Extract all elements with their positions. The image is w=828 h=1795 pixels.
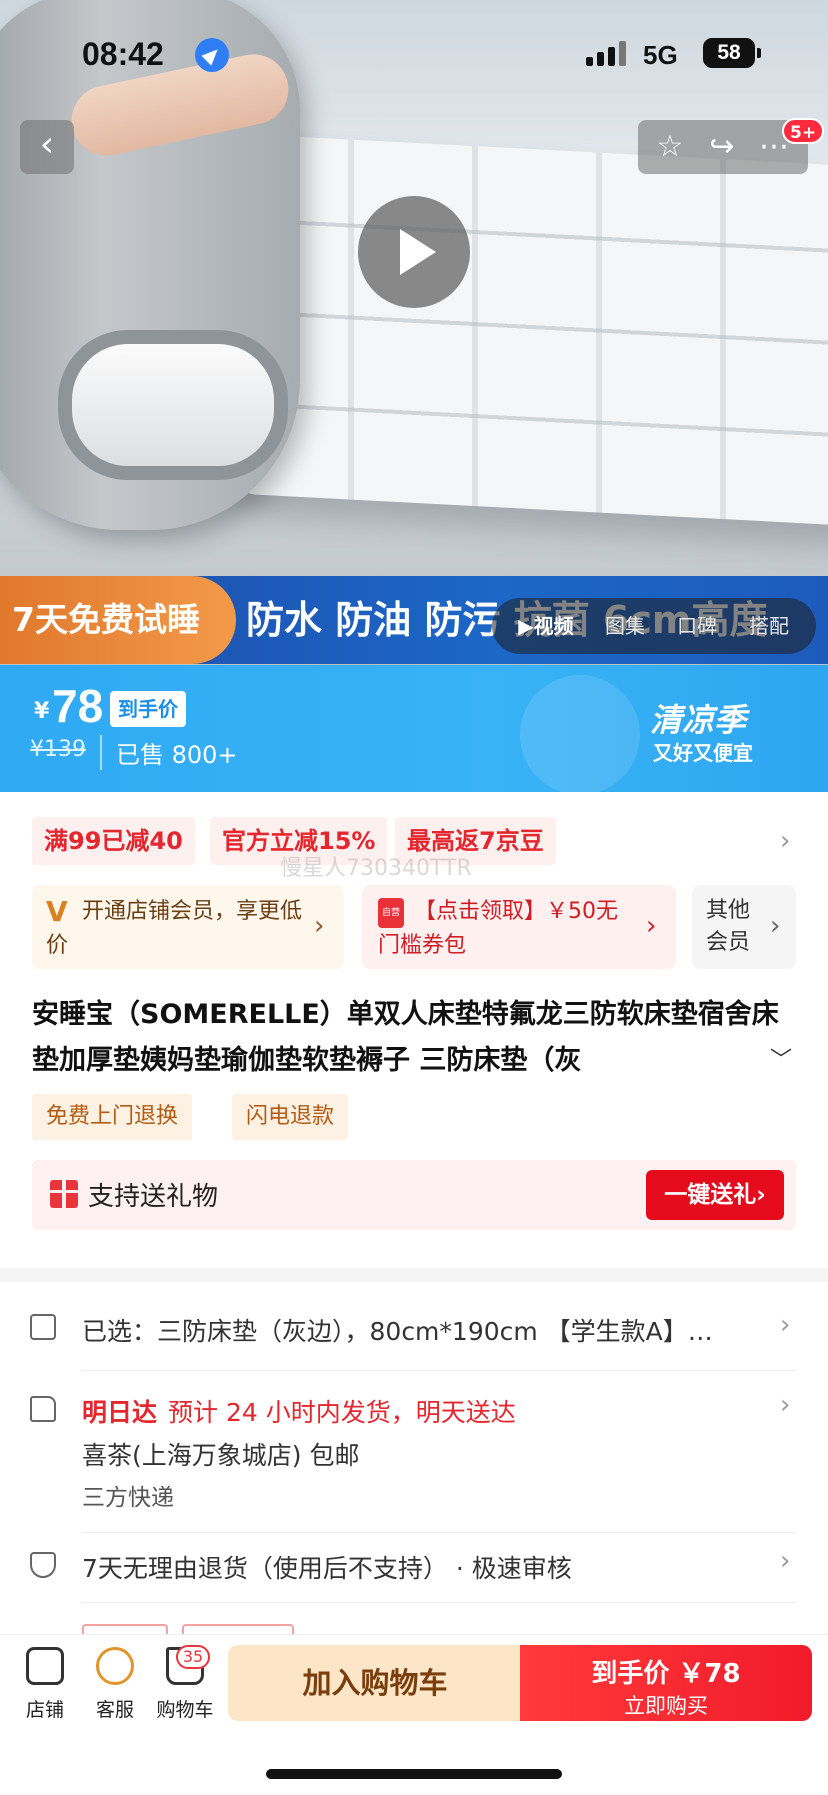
cart-count-badge: 35 — [176, 1645, 210, 1669]
coupon-pack-text: 【点击领取】￥50无门槛券包 — [378, 899, 618, 958]
back-button[interactable]: ‹ — [20, 120, 74, 174]
store-info: 喜茶(上海万象城店) 包邮 — [82, 1441, 360, 1470]
tab-gallery[interactable]: 图集 — [592, 598, 658, 654]
sold-count: 已售 800+ — [100, 735, 238, 770]
tab-matching[interactable]: 搭配 — [736, 598, 802, 654]
add-to-cart-button[interactable]: 加入购物车 — [228, 1645, 522, 1721]
expand-title-icon[interactable]: ﹀ — [770, 1042, 792, 1074]
divider — [82, 1370, 796, 1371]
member-card[interactable]: V 开通店铺会员，享更低价 › — [32, 885, 344, 969]
buy-now-price: 到手价 ￥78 — [591, 1659, 741, 1689]
final-price: 78 — [52, 680, 104, 732]
truck-icon — [30, 1396, 56, 1422]
gift-icon — [50, 1180, 78, 1208]
mattress-image — [230, 133, 828, 527]
delivery-desc: 预计 24 小时内发货，明天送达 — [168, 1398, 516, 1427]
chevron-right-icon: › — [646, 911, 657, 941]
media-tabs: ▶视频 图集 口碑 搭配 — [492, 598, 816, 654]
other-member-text: 其他会员 — [706, 898, 751, 955]
signal-icon — [586, 40, 628, 66]
cart-label: 购物车 — [156, 1699, 214, 1721]
chevron-right-icon[interactable]: › — [780, 1310, 790, 1340]
status-time: 08:42 — [82, 36, 164, 72]
original-price: ¥139 — [30, 737, 86, 762]
final-price-label: 到手价 — [110, 691, 186, 727]
product-title[interactable]: 安睡宝（SOMERELLE）单双人床垫特氟龙三防软床垫宿舍床垫加厚垫姨妈垫瑜伽垫… — [32, 992, 792, 1084]
home-indicator — [266, 1769, 562, 1779]
buy-now-label: 立即购买 — [624, 1694, 708, 1718]
shop-button[interactable]: 店铺 — [10, 1647, 80, 1722]
divider — [82, 1532, 796, 1533]
network-type: 5G — [643, 40, 678, 70]
watermark: 慢星人730340TTR — [280, 856, 472, 881]
send-gift-button[interactable]: 一键送礼› — [646, 1170, 784, 1220]
customer-service-icon — [96, 1647, 134, 1685]
delivery-title: 明日达 — [82, 1398, 158, 1427]
gift-section: 支持送礼物 一键送礼› — [32, 1160, 796, 1230]
customer-service-label: 客服 — [95, 1699, 134, 1721]
coupon-tag[interactable]: 满99已减40 — [32, 817, 195, 865]
courier-info: 三方快递 — [82, 1485, 174, 1511]
tab-reviews[interactable]: 口碑 — [664, 598, 730, 654]
buy-now-button[interactable]: 到手价 ￥78 立即购买 — [520, 1645, 812, 1721]
rolled-mattress-core — [58, 330, 288, 480]
customer-service-button[interactable]: 客服 — [80, 1647, 150, 1722]
chevron-right-icon[interactable]: › — [780, 1546, 790, 1576]
shield-icon — [30, 1552, 56, 1578]
section-divider — [0, 1268, 828, 1282]
service-tag: 免费上门退换 — [32, 1094, 193, 1140]
member-card-text: 开通店铺会员，享更低价 — [46, 899, 303, 958]
promo-title: 清凉季 — [650, 701, 747, 739]
shop-icon — [26, 1647, 64, 1685]
play-video-button[interactable] — [358, 196, 470, 308]
return-policy[interactable]: 7天无理由退货（使用后不支持） · 极速审核 — [82, 1549, 572, 1585]
other-member-card[interactable]: 其他会员 › — [692, 885, 796, 969]
promo-subtitle: 又好又便宜 — [653, 741, 753, 765]
chevron-right-icon[interactable]: › — [780, 826, 790, 856]
bottom-action-bar: 店铺 客服 购物车 35 加入购物车 到手价 ￥78 立即购买 — [0, 1634, 828, 1795]
divider — [82, 1602, 796, 1603]
share-icon[interactable]: ↪ — [698, 124, 746, 170]
battery-indicator: 58 — [703, 38, 761, 68]
palm-decoration — [520, 675, 640, 792]
location-icon — [195, 38, 229, 72]
shop-label: 店铺 — [25, 1699, 64, 1721]
service-tag: 闪电退款 — [232, 1094, 349, 1140]
coupon-pack-card[interactable]: 自营 【点击领取】￥50无门槛券包 › — [362, 885, 676, 969]
tab-video[interactable]: ▶视频 — [506, 598, 586, 654]
gift-label: 支持送礼物 — [88, 1182, 219, 1212]
chevron-right-icon: › — [770, 911, 781, 941]
banner-trial-label: 7天免费试睡 — [0, 576, 236, 664]
product-hero-image[interactable]: 08:42 5G 58 ‹ ☆ ↪ ⋯ 5+ 7天免费试睡 防水 防油 防污 抗… — [0, 0, 828, 665]
currency-symbol: ¥ — [34, 699, 50, 724]
favorite-star-icon[interactable]: ☆ — [646, 124, 694, 170]
chevron-right-icon: › — [314, 911, 325, 941]
selection-icon — [30, 1314, 56, 1340]
notification-badge: 5+ — [782, 118, 825, 144]
price-bar: ¥ 78 到手价 ¥139 已售 800+ 清凉季 又好又便宜 — [0, 665, 828, 792]
chevron-right-icon[interactable]: › — [780, 1390, 790, 1420]
status-bar: 08:42 5G 58 — [0, 30, 828, 80]
selected-spec[interactable]: 已选：三防床垫（灰边），80cm*190cm 【学生款A】… — [82, 1312, 713, 1348]
